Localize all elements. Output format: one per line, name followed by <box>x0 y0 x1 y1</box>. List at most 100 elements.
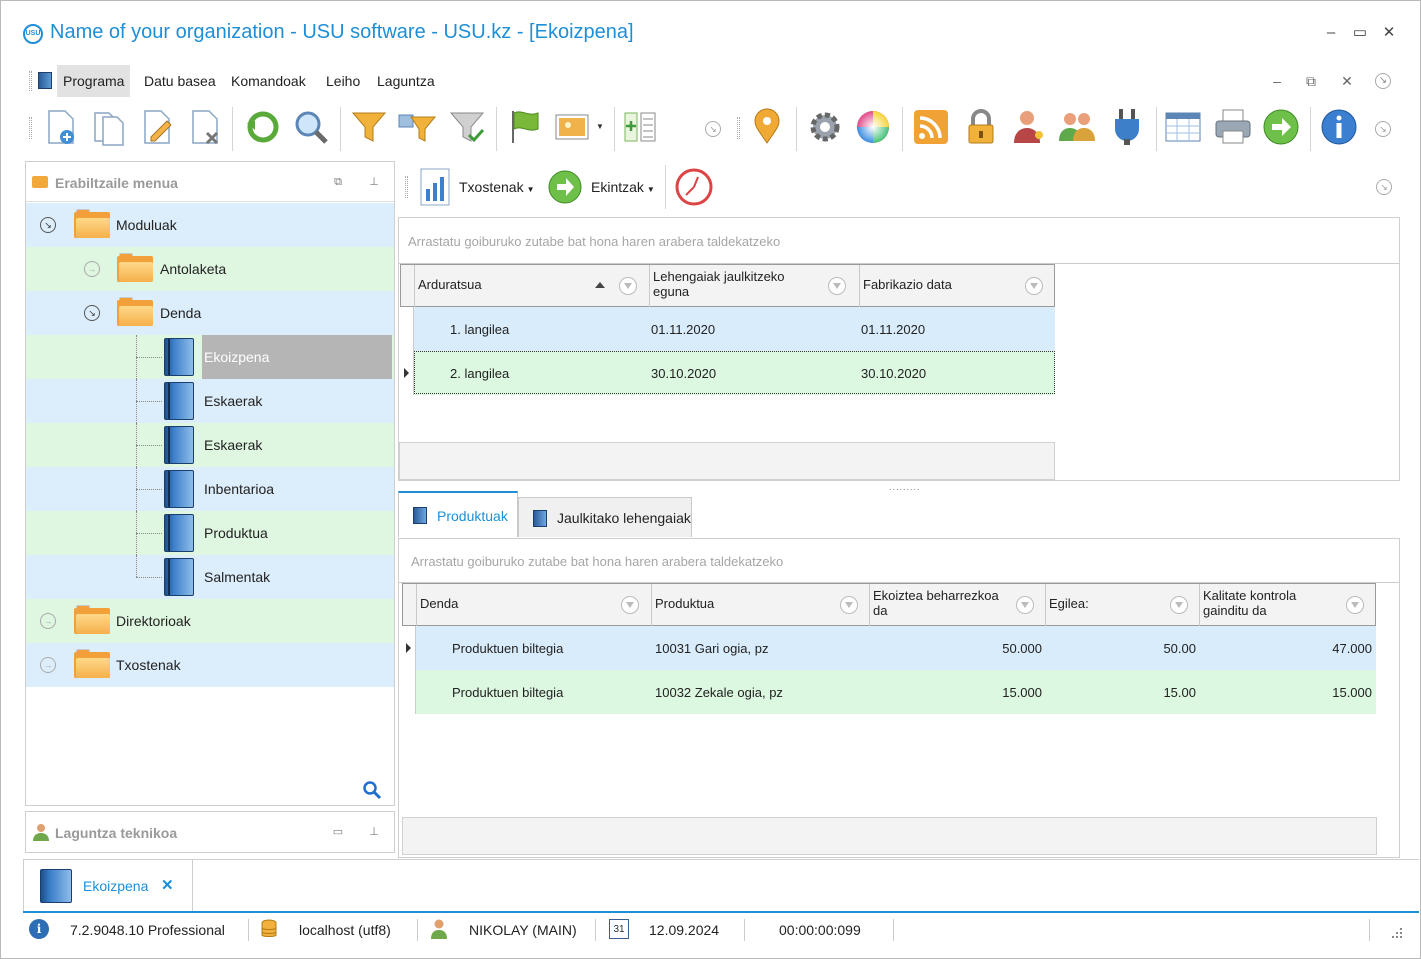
toolbar-grip[interactable] <box>737 117 740 139</box>
user-key-icon[interactable] <box>1009 107 1049 147</box>
tree-node-antolaketa[interactable]: → Antolaketa <box>26 247 394 291</box>
expand-icon[interactable]: → <box>84 261 100 277</box>
menu-grip[interactable] <box>29 71 32 91</box>
tab-produktuak[interactable]: Produktuak <box>398 491 518 537</box>
image-icon[interactable] <box>553 107 593 147</box>
reports-dropdown[interactable]: Txostenak ▼ <box>459 179 535 195</box>
printer-icon[interactable] <box>1213 107 1253 147</box>
color-wheel-icon[interactable] <box>853 107 893 147</box>
menu-options-icon[interactable]: ↘ <box>1375 73 1391 89</box>
row-indicator[interactable] <box>400 307 414 351</box>
column-filter-icon[interactable] <box>1025 277 1043 295</box>
tree-node-moduluak[interactable]: ↘ Moduluak <box>26 203 394 247</box>
column-header-lehengaiak[interactable]: Lehengaiak jaulkitzeko eguna <box>650 265 860 307</box>
column-header-egilea[interactable]: Egilea: <box>1046 584 1200 626</box>
image-dropdown-caret[interactable]: ▼ <box>596 122 604 131</box>
map-pin-icon[interactable] <box>747 107 787 147</box>
column-filter-icon[interactable] <box>828 277 846 295</box>
row-indicator[interactable] <box>402 670 416 714</box>
panel-float-button[interactable]: ⧉ <box>330 174 346 190</box>
add-column-icon[interactable] <box>621 107 661 147</box>
collapse-icon[interactable]: ↘ <box>84 305 100 321</box>
tech-support-panel[interactable]: Laguntza teknikoa ▭ ⊥ <box>25 811 395 853</box>
table-row[interactable]: 1. langilea 01.11.2020 01.11.2020 <box>400 307 1055 351</box>
doc-tab-close-icon[interactable]: ✕ <box>161 876 174 894</box>
column-header-kalitate[interactable]: Kalitate kontrola gainditu da <box>1200 584 1376 626</box>
panel-pin-icon[interactable]: ⊥ <box>366 174 382 190</box>
add-document-icon[interactable] <box>41 107 81 147</box>
filter-check-icon[interactable] <box>447 107 487 147</box>
menu-laguntza[interactable]: Laguntza <box>371 65 441 97</box>
column-header-denda[interactable]: Denda <box>417 584 652 626</box>
expand-icon[interactable]: → <box>40 657 56 673</box>
table-row-current[interactable]: 2. langilea 30.10.2020 30.10.2020 <box>400 351 1055 395</box>
doc-tab-ekoizpena[interactable]: Ekoizpena ✕ <box>23 860 193 912</box>
users-icon[interactable] <box>1057 107 1097 147</box>
menu-leiho[interactable]: Leiho <box>320 65 366 97</box>
toolbar-options-icon[interactable]: ↘ <box>705 121 721 137</box>
tree-node-inbentarioa[interactable]: Inbentarioa <box>26 467 394 511</box>
actions-dropdown[interactable]: Ekintzak ▼ <box>591 179 655 195</box>
tree-node-produktua[interactable]: Produktua <box>26 511 394 555</box>
filter-icon[interactable] <box>349 107 389 147</box>
lock-icon[interactable] <box>961 107 1001 147</box>
search-icon[interactable] <box>291 107 331 147</box>
toolbar-grip[interactable] <box>29 117 32 139</box>
group-by-area[interactable]: Arrastatu goiburuko zutabe bat hona hare… <box>399 539 1399 583</box>
tab-jaulkitako-lehengaiak[interactable]: Jaulkitako lehengaiak <box>518 497 692 537</box>
column-filter-icon[interactable] <box>840 596 858 614</box>
maximize-button[interactable]: ▭ <box>1350 23 1370 43</box>
table-row[interactable]: Produktuen biltegia 10032 Zekale ogia, p… <box>402 670 1376 714</box>
tree-node-salmentak[interactable]: Salmentak <box>26 555 394 599</box>
tree-node-eskaerak-2[interactable]: Eskaerak <box>26 423 394 467</box>
tree-node-txostenak[interactable]: → Txostenak <box>26 643 394 687</box>
column-header-arduratsua[interactable]: Arduratsua <box>415 265 650 307</box>
plugin-icon[interactable] <box>1107 107 1147 147</box>
panel-pin-icon[interactable]: ⊥ <box>366 824 382 840</box>
current-row-indicator[interactable] <box>400 351 414 395</box>
tree-node-ekoizpena[interactable]: Ekoizpena <box>26 335 394 379</box>
toolbar-options-icon[interactable]: ↘ <box>1376 179 1392 195</box>
table-row-current[interactable]: Produktuen biltegia 10031 Gari ogia, pz … <box>402 626 1376 670</box>
close-button[interactable]: ✕ <box>1379 23 1399 43</box>
mdi-minimize-button[interactable]: – <box>1267 71 1287 91</box>
info-icon[interactable] <box>1319 107 1359 147</box>
rss-icon[interactable] <box>911 107 951 147</box>
forward-arrow-icon[interactable] <box>1261 107 1301 147</box>
toolbar-grip[interactable] <box>405 176 408 198</box>
flag-icon[interactable] <box>505 107 545 147</box>
expand-icon[interactable]: → <box>40 613 56 629</box>
collapse-icon[interactable]: ↘ <box>40 217 56 233</box>
column-filter-icon[interactable] <box>1016 596 1034 614</box>
column-header-ekoiztea[interactable]: Ekoiztea beharrezkoa da <box>870 584 1046 626</box>
menu-datu-basea[interactable]: Datu basea <box>138 65 222 97</box>
filter-settings-icon[interactable] <box>397 107 437 147</box>
refresh-icon[interactable] <box>243 107 283 147</box>
group-by-area[interactable]: Arrastatu goiburuko zutabe bat hona hare… <box>399 218 1399 264</box>
column-header-fabrikazio-data[interactable]: Fabrikazio data <box>860 265 1055 307</box>
table-icon[interactable] <box>1163 107 1203 147</box>
delete-document-icon[interactable] <box>185 107 225 147</box>
mdi-close-button[interactable]: ✕ <box>1337 71 1357 91</box>
tree-search-icon[interactable] <box>362 780 382 800</box>
tree-node-direktorioak[interactable]: → Direktorioak <box>26 599 394 643</box>
column-filter-icon[interactable] <box>1170 596 1188 614</box>
menu-komandoak[interactable]: Komandoak <box>225 65 312 97</box>
clock-icon[interactable] <box>675 168 713 206</box>
resize-grip-icon[interactable] <box>1389 925 1403 939</box>
mdi-restore-button[interactable]: ⧉ <box>1301 71 1321 91</box>
panel-maximize-button[interactable]: ▭ <box>330 824 346 840</box>
column-filter-icon[interactable] <box>619 277 637 295</box>
column-filter-icon[interactable] <box>621 596 639 614</box>
column-filter-icon[interactable] <box>1346 596 1364 614</box>
menu-programa[interactable]: Programa <box>57 65 131 97</box>
current-row-indicator[interactable] <box>402 626 416 670</box>
column-header-produktua[interactable]: Produktua <box>652 584 870 626</box>
tree-node-eskaerak[interactable]: Eskaerak <box>26 379 394 423</box>
toolbar-options-icon[interactable]: ↘ <box>1375 121 1391 137</box>
settings-gear-icon[interactable] <box>805 107 845 147</box>
minimize-button[interactable]: – <box>1321 23 1341 43</box>
tree-node-denda[interactable]: ↘ Denda <box>26 291 394 335</box>
edit-document-icon[interactable] <box>137 107 177 147</box>
copy-document-icon[interactable] <box>89 107 129 147</box>
